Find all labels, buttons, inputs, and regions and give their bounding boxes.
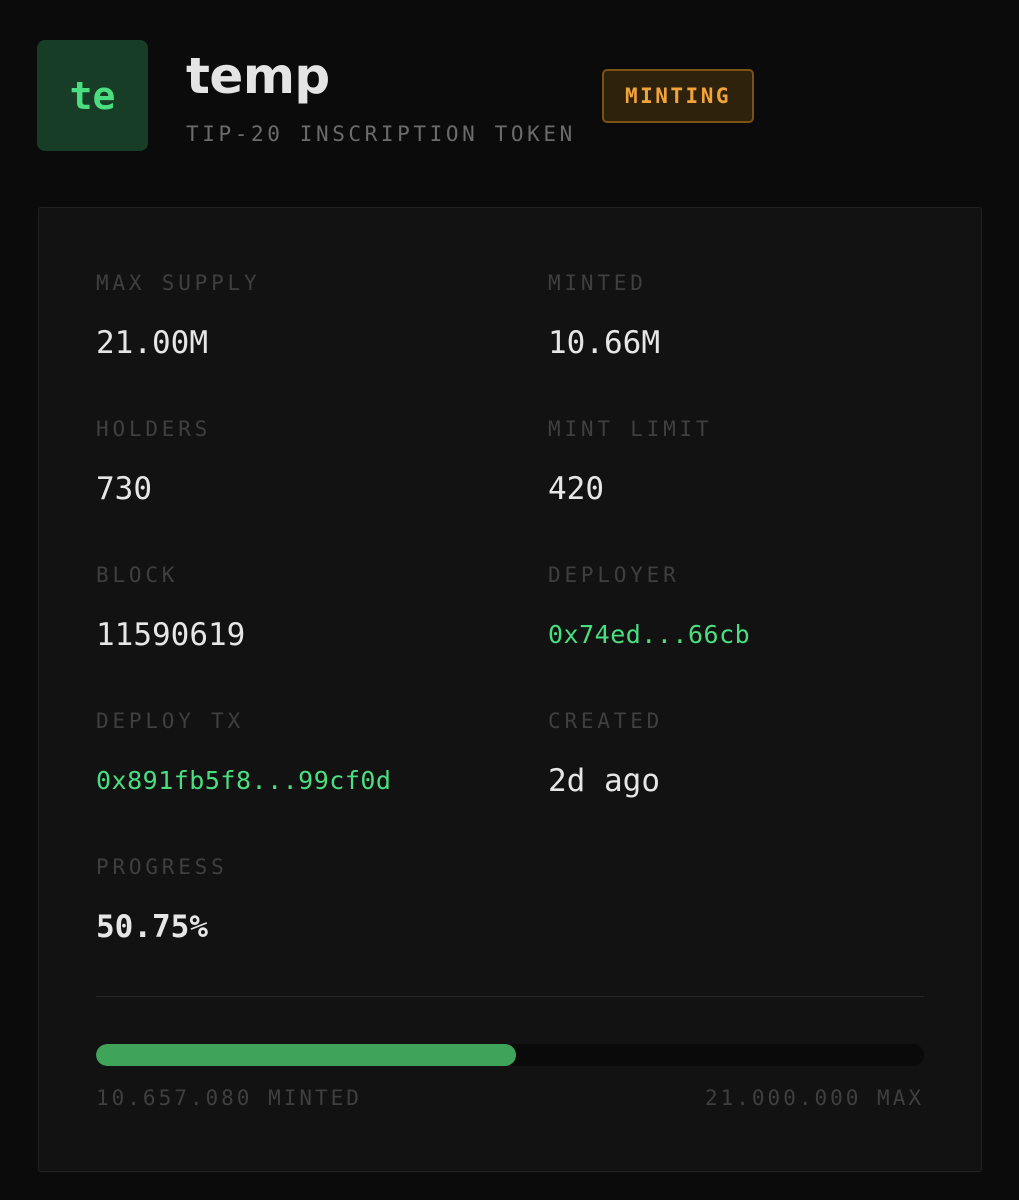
- progress-minted-text: 10.657.080 MINTED: [96, 1086, 362, 1110]
- stat-block: BLOCK 11590619: [96, 561, 245, 653]
- mint-progress-bar: [96, 1044, 924, 1066]
- stat-label: CREATED: [548, 709, 664, 733]
- stat-label: DEPLOY TX: [96, 709, 244, 733]
- token-details-card: MAX SUPPLY 21.00M MINTED 10.66M HOLDERS …: [38, 207, 982, 1172]
- token-subtitle: TIP-20 INSCRIPTION TOKEN: [186, 122, 576, 146]
- stat-label: MINTED: [548, 271, 647, 295]
- stat-label: MINT LIMIT: [548, 417, 713, 441]
- status-badge: MINTING: [602, 69, 754, 123]
- stat-value: 10.66M: [548, 325, 660, 361]
- stat-value: 50.75%: [96, 909, 208, 945]
- divider: [96, 996, 924, 997]
- stat-created: CREATED 2d ago: [548, 707, 663, 799]
- stat-label: PROGRESS: [96, 855, 228, 879]
- stat-deployer: DEPLOYER 0x74ed...66cb: [548, 561, 750, 653]
- stat-label: DEPLOYER: [548, 563, 680, 587]
- stat-value: 21.00M: [96, 325, 208, 361]
- stat-deploy-tx: DEPLOY TX 0x891fb5f8...99cf0d: [96, 707, 391, 799]
- token-avatar: te: [37, 40, 148, 151]
- stat-holders: HOLDERS 730: [96, 415, 211, 507]
- stat-value: 11590619: [96, 617, 246, 653]
- stat-max-supply: MAX SUPPLY 21.00M: [96, 269, 260, 361]
- stat-value: 730: [96, 471, 152, 507]
- deployer-address-link[interactable]: 0x74ed...66cb: [548, 617, 750, 653]
- stat-progress: PROGRESS 50.75%: [96, 853, 228, 945]
- token-name: temp: [186, 47, 330, 105]
- stat-value: 420: [548, 471, 604, 507]
- mint-progress-fill: [96, 1044, 517, 1066]
- stat-label: MAX SUPPLY: [96, 271, 261, 295]
- stat-mint-limit: MINT LIMIT 420: [548, 415, 712, 507]
- deploy-tx-link[interactable]: 0x891fb5f8...99cf0d: [96, 763, 391, 799]
- stat-value: 2d ago: [548, 763, 660, 799]
- progress-max-text: 21.000.000 MAX: [704, 1086, 924, 1110]
- stat-label: BLOCK: [96, 563, 179, 587]
- stat-label: HOLDERS: [96, 417, 212, 441]
- stat-minted: MINTED 10.66M: [548, 269, 660, 361]
